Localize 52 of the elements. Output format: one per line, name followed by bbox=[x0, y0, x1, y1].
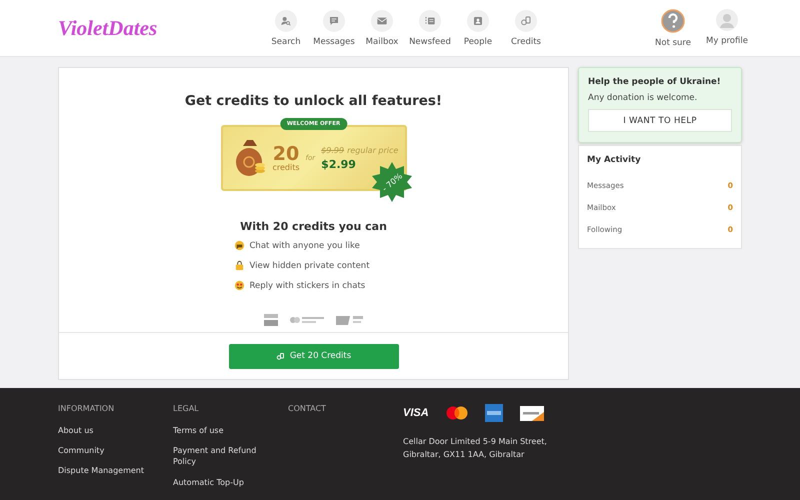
search-icon bbox=[280, 14, 292, 26]
site-logo[interactable]: VioletDates bbox=[0, 16, 265, 40]
nav-item[interactable]: Messages bbox=[313, 10, 355, 46]
help-button[interactable]: I WANT TO HELP bbox=[588, 109, 732, 132]
card-check-icon bbox=[288, 316, 324, 324]
regular-price-label: regular price bbox=[347, 146, 398, 154]
nav-item[interactable]: Not sure bbox=[650, 8, 696, 48]
footer-heading: CONTACT bbox=[288, 404, 327, 413]
visa-logo: VISA bbox=[403, 407, 429, 419]
feature-text: Chat with anyone you like bbox=[250, 240, 360, 250]
lock-icon bbox=[234, 260, 244, 271]
footer-link[interactable]: Dispute Management bbox=[58, 465, 158, 477]
footer-link[interactable]: Payment and Refund Policy bbox=[173, 445, 273, 468]
question-icon bbox=[661, 8, 685, 32]
avatar-icon bbox=[716, 8, 738, 30]
offer-price: $2.99 bbox=[321, 158, 357, 170]
old-price: $9.99 bbox=[321, 146, 344, 154]
newsfeed-icon bbox=[424, 14, 436, 26]
credits-icon bbox=[520, 14, 532, 26]
security-logo-icon bbox=[334, 314, 364, 326]
mastercard-icon bbox=[446, 406, 468, 420]
smile-icon bbox=[234, 280, 244, 291]
footer-heading: INFORMATION bbox=[58, 404, 116, 413]
messages-icon bbox=[328, 14, 340, 26]
amex-icon bbox=[484, 404, 503, 422]
people-icon bbox=[472, 14, 484, 26]
credit-unit: credits bbox=[272, 164, 300, 172]
card-logo-icon bbox=[262, 313, 278, 327]
nav-item[interactable]: People bbox=[457, 10, 499, 46]
credit-amount: 20 bbox=[272, 144, 300, 164]
footer-link[interactable]: Automatic Top-Up bbox=[173, 476, 273, 488]
nav-item[interactable]: Search bbox=[265, 10, 307, 46]
footer-link[interactable]: Terms of use bbox=[173, 425, 273, 436]
nav-item[interactable]: My profile bbox=[704, 8, 750, 48]
nav-item[interactable]: Credits bbox=[505, 10, 547, 46]
footer-link[interactable]: Community bbox=[58, 445, 158, 456]
discover-icon bbox=[520, 406, 544, 420]
chat-icon bbox=[234, 240, 244, 251]
footer-link[interactable]: About us bbox=[58, 425, 158, 436]
donation-text: Any donation is welcome. bbox=[588, 93, 698, 103]
feature-text: View hidden private content bbox=[250, 260, 370, 270]
mailbox-icon bbox=[376, 14, 388, 26]
feature-text: Reply with stickers in chats bbox=[250, 280, 366, 290]
donation-title: Help the people of Ukraine! bbox=[588, 77, 722, 87]
nav-item[interactable]: Newsfeed bbox=[409, 10, 451, 46]
footer-heading: LEGAL bbox=[173, 404, 200, 413]
company-address: Cellar Door Limited 5-9 Main Street, Gibraltar, GX11 1AA, Gibraltar bbox=[403, 436, 548, 461]
offer-title: Get credits to unlock all features! bbox=[184, 93, 442, 109]
credits-icon bbox=[276, 352, 285, 360]
nav-item[interactable]: Mailbox bbox=[361, 10, 403, 46]
activity-title: My Activity bbox=[587, 155, 642, 165]
features-title: With 20 credits you can bbox=[240, 220, 387, 233]
